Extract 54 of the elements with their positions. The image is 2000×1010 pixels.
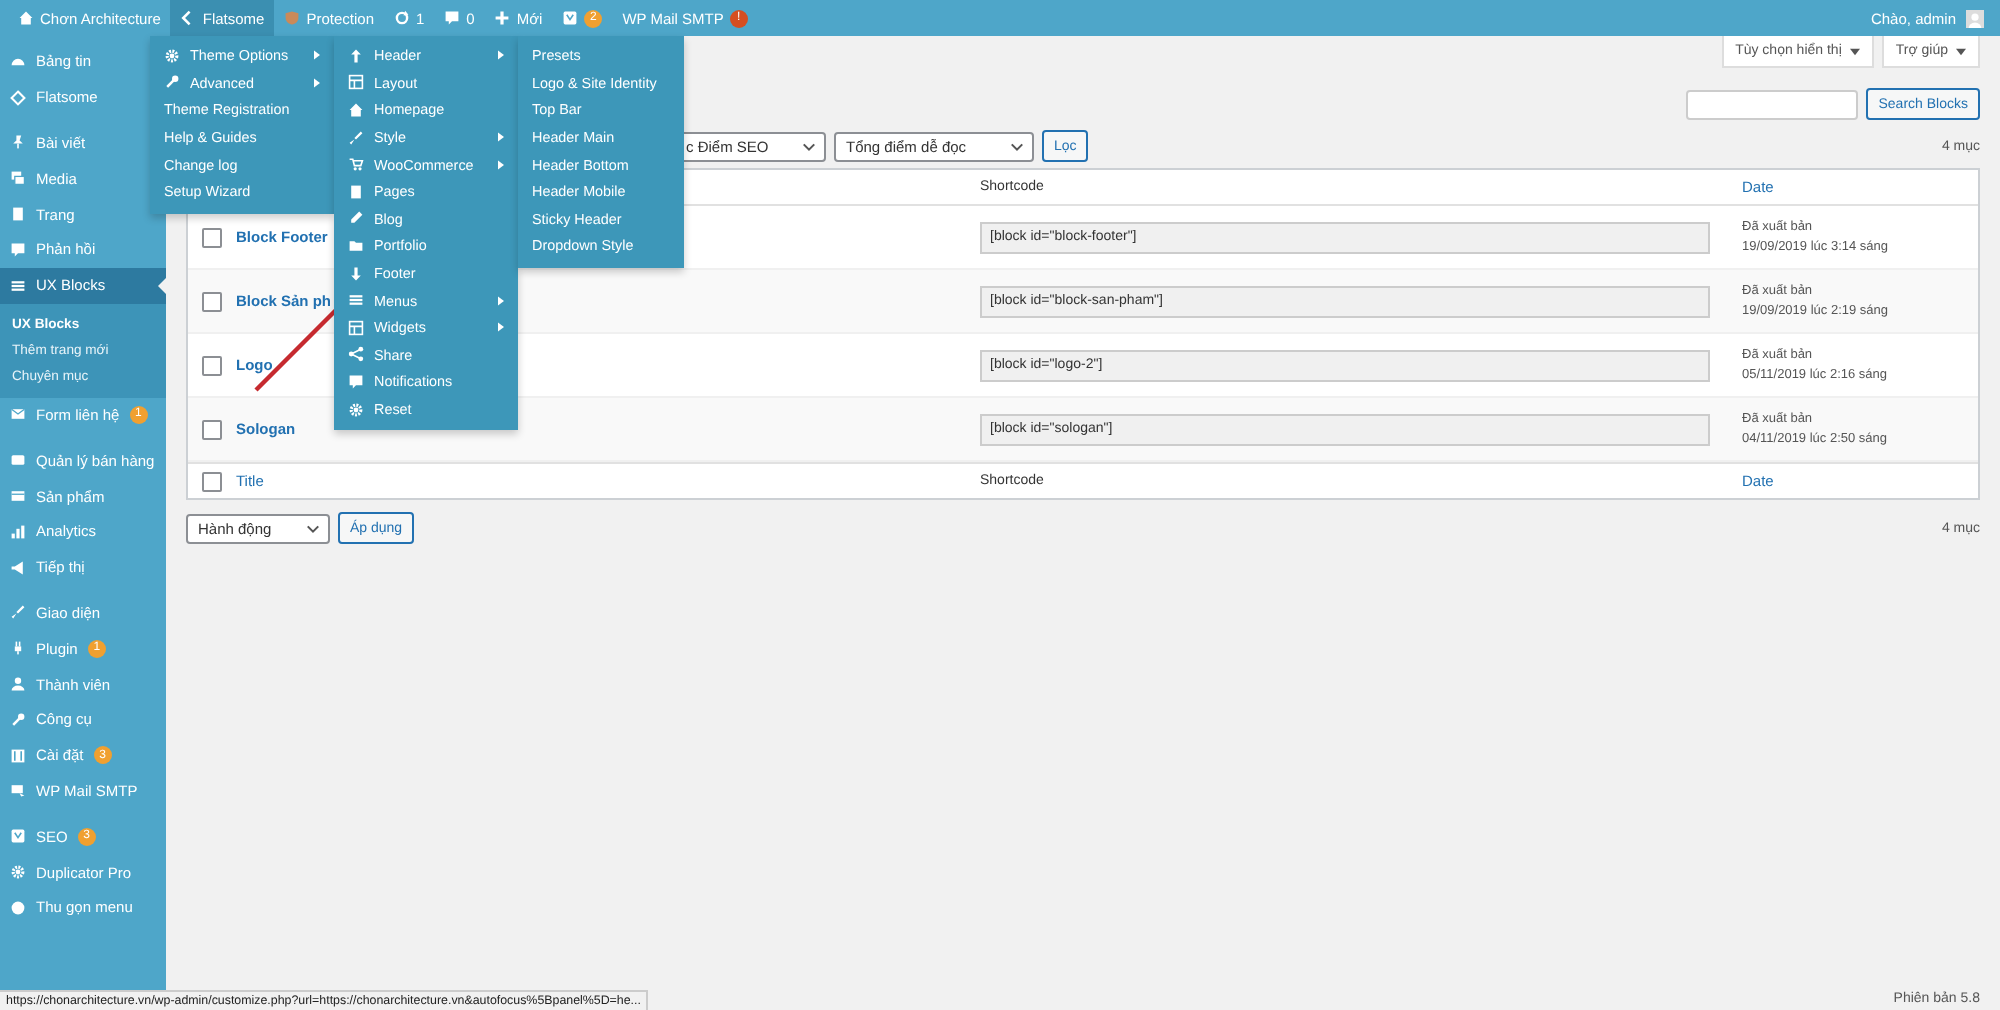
refresh-icon xyxy=(394,10,410,26)
row-checkbox[interactable] xyxy=(202,419,222,439)
wrench-icon xyxy=(164,74,180,91)
gauge-icon xyxy=(10,53,26,70)
avatar-icon[interactable] xyxy=(1966,9,1984,27)
tile-icon xyxy=(10,828,26,845)
gear-icon xyxy=(348,401,364,418)
wrench-icon xyxy=(10,711,26,728)
circle-icon xyxy=(10,899,26,916)
comment-icon xyxy=(348,373,364,390)
bar-chart-icon xyxy=(10,523,26,540)
gear-icon xyxy=(164,47,180,64)
folder-icon xyxy=(348,237,364,254)
pencil-icon xyxy=(348,210,364,227)
caret-icon xyxy=(1956,47,1966,55)
list-icon xyxy=(10,277,26,294)
plug-icon xyxy=(10,640,26,657)
caret-icon xyxy=(1849,47,1860,55)
layout-icon xyxy=(348,319,364,336)
house-icon xyxy=(348,101,364,118)
row-checkbox[interactable] xyxy=(202,291,222,311)
comment-icon xyxy=(10,241,26,258)
chevron-down-icon xyxy=(802,141,816,151)
row-checkbox[interactable] xyxy=(202,227,222,247)
down-arrow-icon xyxy=(348,265,364,282)
gear-icon xyxy=(10,864,26,881)
megaphone-icon xyxy=(10,559,26,576)
card-icon xyxy=(10,452,26,469)
plus-icon xyxy=(494,10,511,26)
cart-icon xyxy=(348,156,364,173)
shield-icon xyxy=(284,10,301,26)
up-arrow-icon xyxy=(348,47,364,64)
pin-icon xyxy=(10,134,26,151)
chevron-icon xyxy=(180,10,197,26)
select-all-checkbox[interactable] xyxy=(202,471,222,491)
list-icon xyxy=(348,292,364,309)
person-icon xyxy=(10,676,26,693)
tile-icon xyxy=(562,10,579,26)
page-icon xyxy=(10,206,26,223)
brush-icon xyxy=(348,129,364,146)
chevron-down-icon xyxy=(1010,141,1024,151)
search-field[interactable] xyxy=(1686,89,1859,119)
house-icon xyxy=(18,10,34,26)
share-icon xyxy=(348,346,364,363)
box-icon xyxy=(10,488,26,505)
row-checkbox[interactable] xyxy=(202,355,222,375)
brush-icon xyxy=(10,604,26,621)
envelope-icon xyxy=(10,406,26,423)
comment-icon xyxy=(444,10,461,26)
images-icon xyxy=(10,170,26,187)
layout-icon xyxy=(348,74,364,91)
chevron-down-icon xyxy=(306,523,320,533)
diamond-icon xyxy=(10,89,26,106)
page-icon xyxy=(348,183,364,200)
